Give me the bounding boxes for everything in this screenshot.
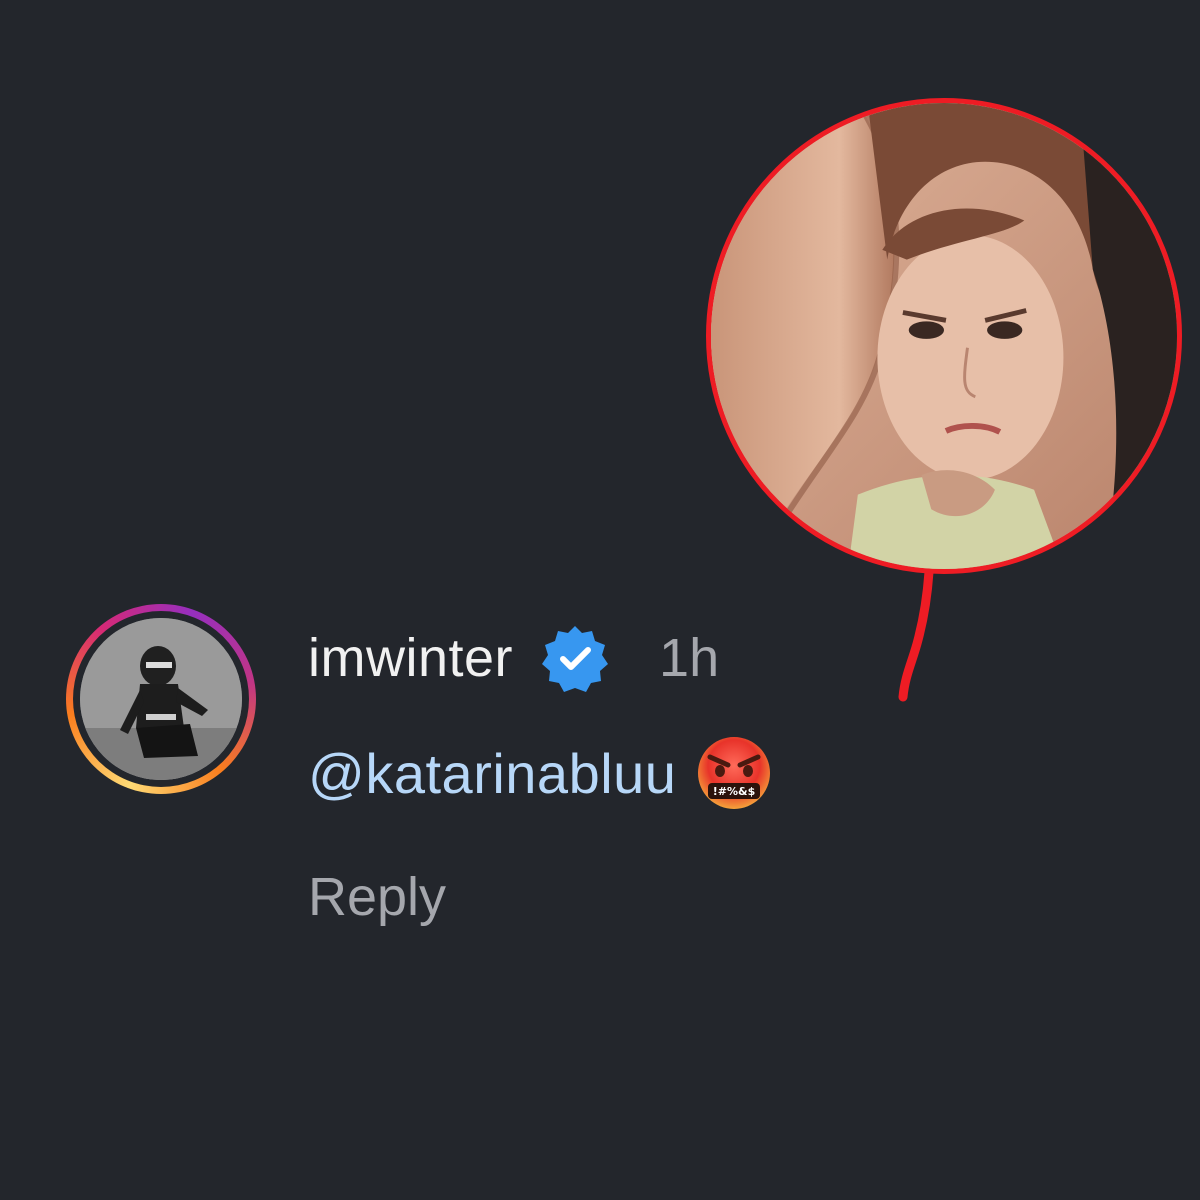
reply-button[interactable]: Reply [308, 866, 446, 928]
username-link[interactable]: imwinter [308, 627, 513, 689]
story-ring[interactable] [66, 604, 256, 794]
comment-screenshot: imwinter 1h @katarinabluu !#%&$ Reply [0, 0, 1200, 1200]
face-with-symbols-on-mouth-emoji: !#%&$ [694, 733, 774, 813]
comment-timestamp: 1h [659, 628, 720, 688]
comment-header: imwinter 1h [308, 622, 719, 694]
mention-link[interactable]: @katarinabluu [308, 741, 676, 806]
verified-badge-icon [539, 622, 611, 694]
highlighted-photo [706, 98, 1182, 574]
comment-body: @katarinabluu !#%&$ [308, 732, 774, 814]
avatar[interactable] [80, 618, 242, 780]
comment-item: imwinter 1h @katarinabluu !#%&$ Reply [66, 604, 1066, 944]
emoji-symbols: !#%&$ [713, 785, 756, 798]
